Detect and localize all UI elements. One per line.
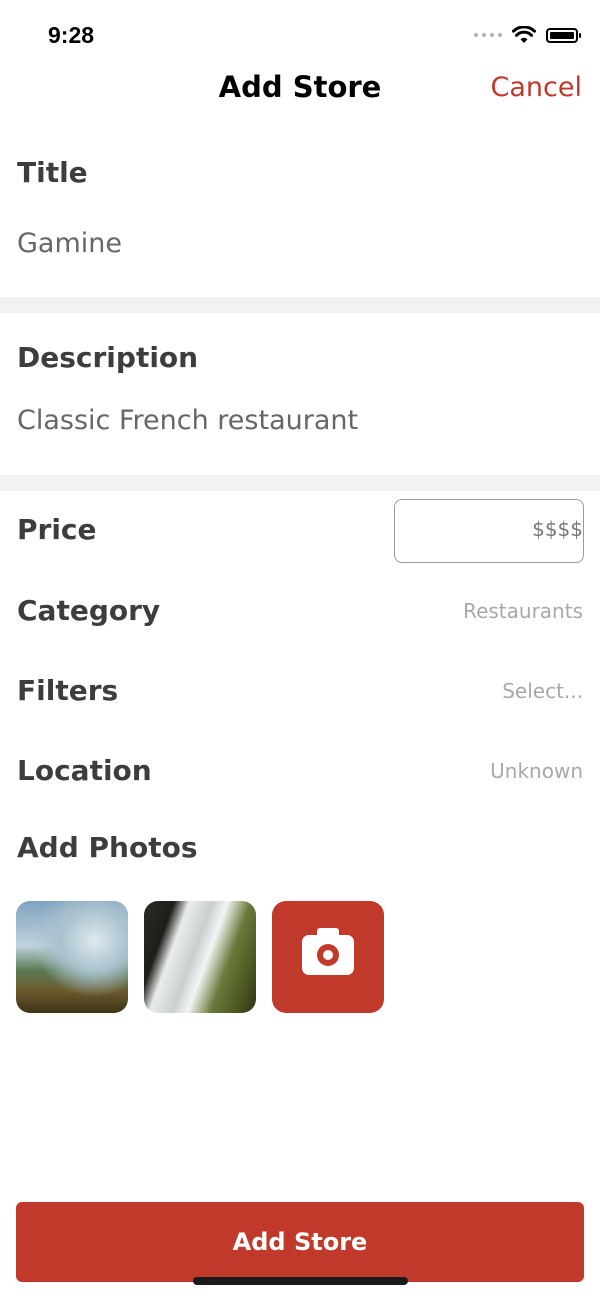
location-label: Location: [17, 754, 152, 787]
title-label: Title: [17, 156, 88, 189]
section-divider: [0, 475, 600, 491]
title-input[interactable]: Gamine: [17, 228, 122, 259]
status-time: 9:28: [48, 22, 95, 48]
wifi-icon: [512, 26, 536, 43]
battery-icon: [546, 27, 581, 43]
filters-label: Filters: [17, 674, 119, 707]
description-input[interactable]: Classic French restaurant: [17, 405, 358, 436]
section-divider: [0, 297, 600, 313]
location-select[interactable]: Unknown: [490, 759, 583, 783]
description-label: Description: [17, 341, 199, 374]
status-icons: [474, 26, 581, 44]
add-photos-label: Add Photos: [17, 831, 198, 864]
filters-select[interactable]: Select...: [502, 679, 583, 703]
home-indicator: [193, 1277, 408, 1285]
add-photo-button[interactable]: [272, 901, 384, 1013]
add-store-button[interactable]: Add Store: [16, 1202, 584, 1282]
price-value: $$$$: [532, 517, 583, 541]
price-label: Price: [17, 513, 97, 546]
cancel-button[interactable]: Cancel: [491, 72, 582, 103]
signal-icon: [474, 33, 502, 37]
camera-icon: [302, 928, 354, 975]
photo-thumbnail[interactable]: [144, 901, 256, 1013]
category-label: Category: [17, 594, 161, 627]
category-select[interactable]: Restaurants: [463, 599, 583, 623]
photo-thumbnail[interactable]: [16, 901, 128, 1013]
